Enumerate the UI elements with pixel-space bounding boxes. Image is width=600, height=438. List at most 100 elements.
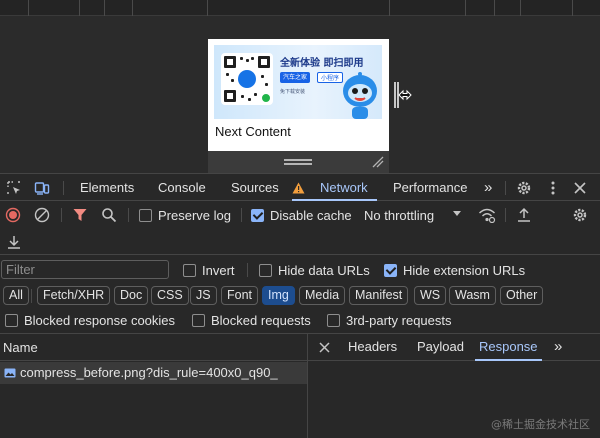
hide-data-urls-checkbox[interactable] [259, 264, 272, 277]
hide-extension-urls-label: Hide extension URLs [403, 263, 526, 278]
preserve-log-label: Preserve log [158, 208, 231, 223]
type-filter-js[interactable]: JS [190, 286, 217, 305]
type-filter-img[interactable]: Img [262, 286, 295, 305]
corner-resize-icon[interactable] [372, 156, 384, 168]
ruler-tick [389, 0, 390, 16]
request-list-header: Name [0, 334, 307, 361]
disable-cache-label: Disable cache [270, 208, 352, 223]
tab-response[interactable]: Response [475, 334, 542, 361]
toolbar-divider [63, 181, 64, 195]
blocked-response-cookies-checkbox[interactable] [5, 314, 18, 327]
close-detail-icon[interactable] [319, 342, 330, 353]
type-filter-all[interactable]: All [3, 286, 29, 305]
type-filter-manifest[interactable]: Manifest [349, 286, 409, 305]
settings-gear-icon[interactable] [516, 180, 532, 196]
type-filter-other[interactable]: Other [500, 286, 544, 305]
tab-network-label: Network [320, 180, 368, 195]
device-resize-bar[interactable] [208, 151, 389, 173]
ruler-tick [132, 0, 133, 16]
brand-logo-icon [238, 70, 256, 88]
hide-extension-urls-checkbox[interactable] [384, 264, 397, 277]
network-settings-gear-icon[interactable] [572, 207, 588, 223]
column-header-name[interactable]: Name [3, 340, 38, 355]
search-icon[interactable] [101, 207, 117, 223]
mascot-robot-image [343, 72, 377, 119]
banner-subtitle: 免下载安装 [280, 89, 306, 95]
type-filter-media[interactable]: Media [299, 286, 346, 305]
network-toolbar: Preserve log Disable cache No throttling [0, 201, 600, 229]
more-options-icon[interactable] [545, 180, 561, 196]
request-list: compress_before.png?dis_rule=400x0_q90_ [0, 361, 307, 438]
ruler-tick [572, 0, 573, 16]
ruler-tick [28, 0, 29, 16]
record-stop-icon[interactable] [5, 207, 21, 223]
type-filter-font[interactable]: Font [221, 286, 259, 305]
qr-code-image [221, 53, 273, 105]
toolbar-divider [241, 208, 242, 222]
viewport-ruler [0, 0, 600, 16]
tab-headers[interactable]: Headers [348, 334, 397, 361]
third-party-requests-checkbox[interactable] [327, 314, 340, 327]
toolbar-divider [31, 289, 32, 303]
tab-performance[interactable]: Performance [393, 174, 467, 201]
miniprogram-banner[interactable]: 全新体验 即扫即用 汽车之家 小程序 免下载安装 [214, 45, 382, 119]
type-filter-ws[interactable]: WS [414, 286, 447, 305]
close-devtools-icon[interactable] [572, 180, 588, 196]
banner-brand-tag: 汽车之家 [280, 72, 311, 83]
ruler-tick [104, 0, 105, 16]
throttling-select[interactable]: No throttling [364, 208, 434, 223]
toolbar-divider [505, 181, 506, 195]
blocked-requests-checkbox[interactable] [192, 314, 205, 327]
toolbar-divider [61, 208, 62, 222]
toolbar-divider [247, 263, 248, 277]
page-viewport: 全新体验 即扫即用 汽车之家 小程序 免下载安装 Next Content [0, 0, 600, 173]
ruler-tick [520, 0, 521, 16]
clear-log-icon[interactable] [34, 207, 50, 223]
preserve-log-checkbox[interactable] [139, 209, 152, 222]
blocked-response-cookies-label: Blocked response cookies [24, 313, 176, 328]
disable-cache-checkbox[interactable] [251, 209, 264, 222]
chevron-down-icon[interactable] [452, 209, 462, 219]
type-filter-css[interactable]: CSS [151, 286, 189, 305]
wechat-icon [261, 93, 271, 103]
warning-icon [292, 182, 305, 194]
network-toolbar-overflow [0, 229, 600, 255]
request-detail-tabs: Headers Payload Response » [308, 334, 600, 361]
device-toolbar-icon[interactable] [34, 180, 50, 196]
more-tabs-chevron-icon[interactable]: » [484, 174, 492, 201]
export-har-download-icon[interactable] [6, 234, 22, 250]
tab-elements[interactable]: Elements [80, 174, 134, 201]
resize-cursor-icon [398, 89, 412, 101]
third-party-requests-label: 3rd-party requests [346, 313, 452, 328]
filter-bar: Invert Hide data URLs Hide extension URL… [0, 256, 600, 284]
tab-sources[interactable]: Sources [231, 174, 279, 201]
type-filter-doc[interactable]: Doc [114, 286, 149, 305]
import-har-upload-icon[interactable] [516, 207, 532, 223]
blocked-requests-label: Blocked requests [211, 313, 311, 328]
ruler-tick [465, 0, 466, 16]
filter-funnel-icon[interactable] [72, 207, 88, 223]
tab-console[interactable]: Console [158, 174, 206, 201]
request-row[interactable]: compress_before.png?dis_rule=400x0_q90_ [0, 362, 307, 384]
network-conditions-wifi-icon[interactable] [478, 207, 496, 223]
type-filter-fetch-xhr[interactable]: Fetch/XHR [37, 286, 111, 305]
bottom-resize-handle[interactable] [284, 159, 312, 161]
resource-type-filters: All Fetch/XHR Doc CSS JS Font Img Media … [0, 284, 600, 308]
tab-payload[interactable]: Payload [417, 334, 464, 361]
hide-data-urls-label: Hide data URLs [278, 263, 370, 278]
watermark: @稀土掘金技术社区 [491, 418, 590, 431]
more-detail-tabs-chevron-icon[interactable]: » [554, 334, 562, 361]
image-file-icon [4, 368, 16, 378]
toolbar-divider [505, 208, 506, 222]
invert-checkbox[interactable] [183, 264, 196, 277]
type-filter-wasm[interactable]: Wasm [449, 286, 496, 305]
devtools-tab-bar: Elements Console Sources Network Perform… [0, 173, 600, 201]
filter-input[interactable] [1, 260, 169, 279]
invert-label: Invert [202, 263, 235, 278]
ruler-tick [494, 0, 495, 16]
next-content-text: Next Content [215, 124, 291, 139]
ruler-tick [207, 0, 208, 16]
inspect-element-icon[interactable] [6, 180, 22, 196]
tab-network[interactable]: Network [292, 174, 377, 201]
ruler-tick [79, 0, 80, 16]
